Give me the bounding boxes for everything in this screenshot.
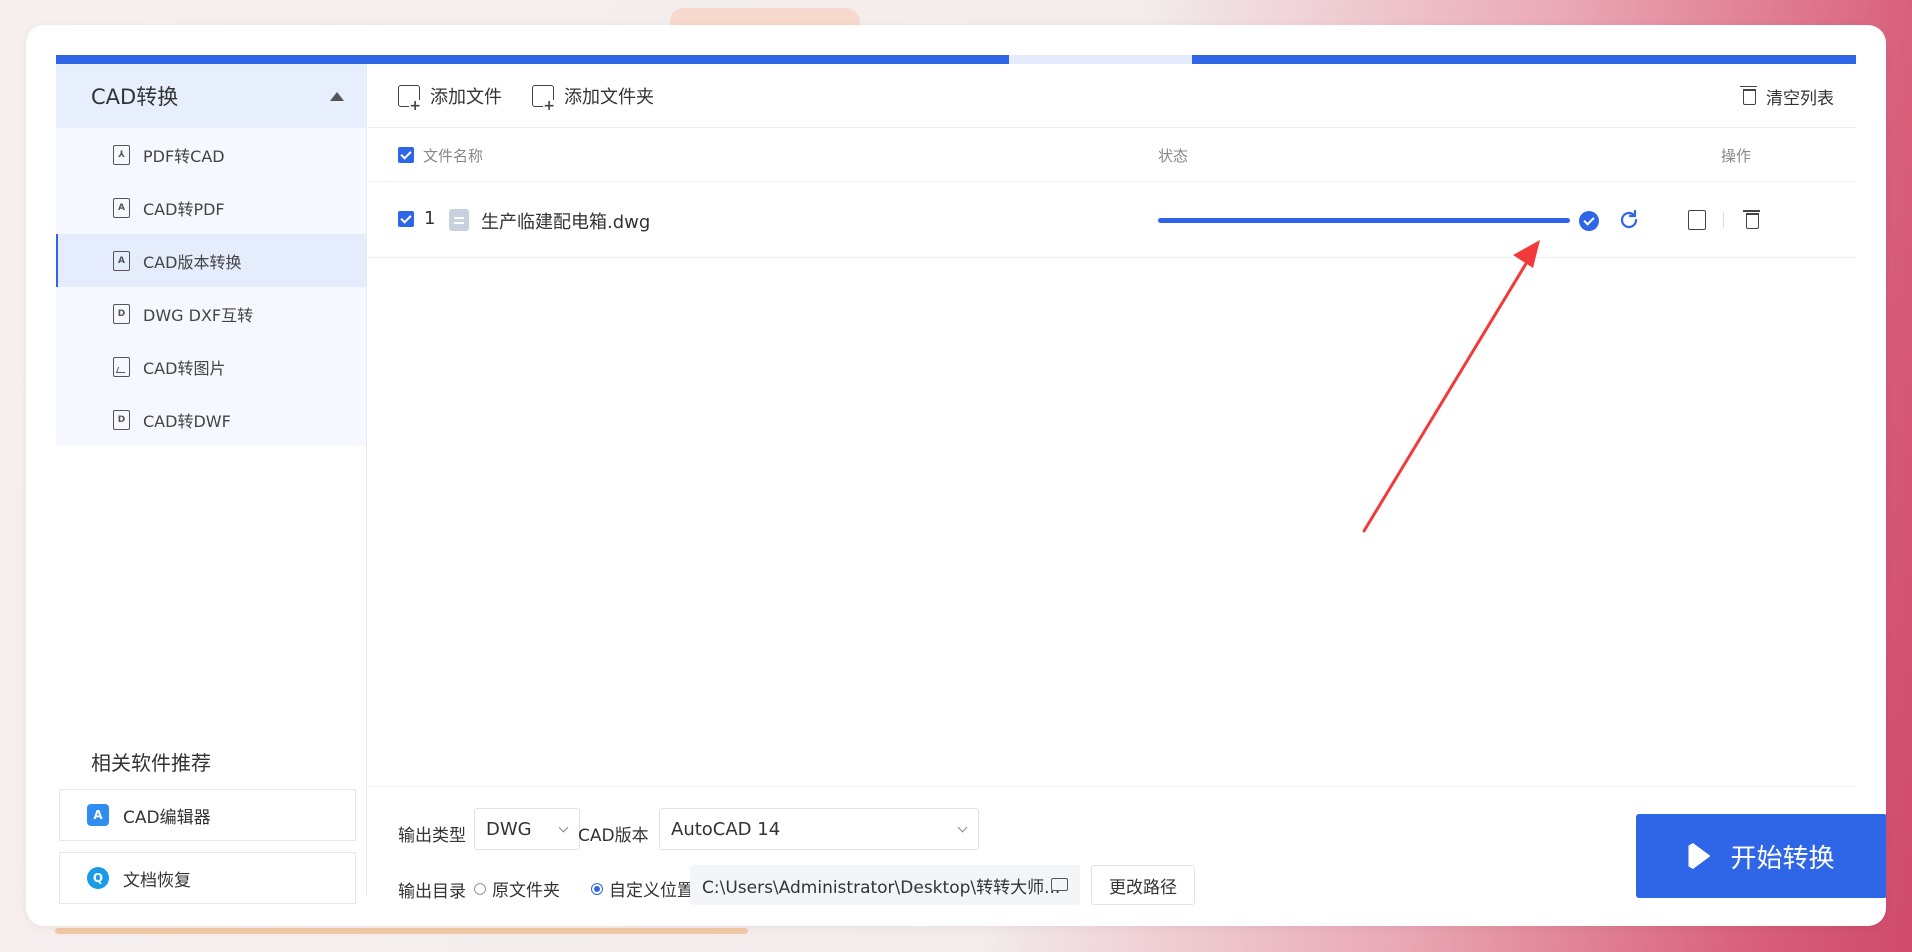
output-type-select[interactable]: DWG — [474, 808, 580, 850]
sidebar-item-label: CAD转PDF — [143, 199, 225, 219]
output-dir-label: 输出目录 — [398, 882, 466, 902]
add-folder-label: 添加文件夹 — [564, 86, 654, 108]
sidebar-item-label: DWG DXF互转 — [143, 305, 254, 325]
row-checkbox[interactable] — [398, 211, 414, 227]
cad-version-value: AutoCAD 14 — [671, 818, 781, 840]
recommend-item-label: 文档恢复 — [123, 870, 191, 891]
chevron-down-icon — [558, 822, 569, 833]
table-row: 1 生产临建配电箱.dwg — [368, 182, 1856, 258]
sidebar-item-label: PDF转CAD — [143, 146, 225, 166]
progress-bar — [1158, 218, 1570, 223]
cad-version-select[interactable]: AutoCAD 14 — [659, 808, 979, 850]
output-path-field[interactable]: C:\Users\Administrator\Desktop\转转大师... — [690, 865, 1080, 905]
dwg-file-icon: D — [113, 409, 130, 430]
doc-recovery-logo-icon: Q — [87, 867, 109, 889]
sidebar-header-cad-convert[interactable]: CAD转换 — [56, 64, 366, 128]
open-folder-icon[interactable] — [1688, 210, 1706, 230]
output-type-label: 输出类型 — [398, 826, 466, 846]
cad-editor-logo-icon: A — [87, 804, 109, 826]
main-panel: 添加文件 添加文件夹 清空列表 文件名称 状态 操作 1 — [368, 64, 1886, 905]
table-header: 文件名称 状态 操作 — [368, 128, 1856, 182]
select-all-checkbox[interactable] — [398, 147, 414, 163]
sidebar-item-cad-version-convert[interactable]: A CAD版本转换 — [56, 234, 366, 287]
radio-original-folder[interactable]: 原文件夹 — [474, 876, 560, 901]
sidebar-item-label: CAD转DWF — [143, 411, 231, 431]
cad-version-label: CAD版本 — [578, 826, 649, 846]
radio-custom-label: 自定义位置 — [609, 881, 694, 901]
change-path-button[interactable]: 更改路径 — [1091, 865, 1195, 905]
background-shape — [55, 928, 748, 934]
sidebar-item-dwg-dxf[interactable]: D DWG DXF互转 — [56, 287, 366, 340]
recommend-item-doc-recovery[interactable]: Q 文档恢复 — [59, 852, 356, 904]
dwg-file-icon — [449, 209, 469, 231]
add-file-button[interactable]: 添加文件 — [398, 83, 502, 112]
image-icon — [113, 356, 130, 377]
radio-custom-location[interactable]: 自定义位置 — [591, 876, 694, 901]
app-window: CAD转换 ⅄ PDF转CAD A CAD转PDF A CAD版本转换 D DW… — [56, 55, 1886, 905]
trash-icon — [1740, 85, 1757, 105]
add-folder-button[interactable]: 添加文件夹 — [532, 83, 654, 112]
chevron-down-icon — [957, 822, 968, 833]
row-filename: 生产临建配电箱.dwg — [481, 212, 651, 233]
sidebar-item-cad-to-dwf[interactable]: D CAD转DWF — [56, 393, 366, 446]
sidebar: CAD转换 ⅄ PDF转CAD A CAD转PDF A CAD版本转换 D DW… — [56, 64, 367, 904]
output-type-value: DWG — [486, 818, 532, 840]
column-header-filename: 文件名称 — [423, 147, 484, 165]
column-header-action: 操作 — [1721, 147, 1752, 165]
recommend-item-label: CAD编辑器 — [123, 807, 211, 828]
change-path-label: 更改路径 — [1109, 877, 1177, 898]
app-card: CAD转换 ⅄ PDF转CAD A CAD转PDF A CAD版本转换 D DW… — [26, 25, 1886, 926]
top-tab-indicator — [1009, 55, 1192, 64]
cad-file-icon: A — [113, 197, 130, 218]
start-convert-button[interactable]: 开始转换 — [1636, 814, 1886, 898]
add-folder-icon — [532, 84, 555, 112]
radio-original-label: 原文件夹 — [492, 881, 560, 901]
recommend-item-cad-editor[interactable]: A CAD编辑器 — [59, 789, 356, 841]
bottom-settings: 输出类型 DWG CAD版本 AutoCAD 14 输出目录 原文件夹 自定义位… — [368, 786, 1886, 905]
row-index: 1 — [424, 208, 436, 229]
sidebar-item-label: CAD转图片 — [143, 358, 226, 378]
sidebar-item-cad-to-image[interactable]: CAD转图片 — [56, 340, 366, 393]
clear-list-button[interactable]: 清空列表 — [1740, 84, 1834, 109]
radio-icon — [474, 882, 486, 895]
toolbar: 添加文件 添加文件夹 清空列表 — [368, 64, 1856, 128]
sidebar-item-label: CAD版本转换 — [143, 252, 242, 272]
start-convert-label: 开始转换 — [1730, 843, 1835, 874]
clear-list-label: 清空列表 — [1766, 89, 1834, 109]
sidebar-item-cad-to-pdf[interactable]: A CAD转PDF — [56, 181, 366, 234]
add-file-label: 添加文件 — [430, 86, 502, 108]
sidebar-list: ⅄ PDF转CAD A CAD转PDF A CAD版本转换 D DWG DXF互… — [56, 128, 366, 446]
output-path-value: C:\Users\Administrator\Desktop\转转大师... — [702, 877, 1061, 898]
recommend-title: 相关软件推荐 — [91, 751, 211, 775]
delete-icon[interactable] — [1743, 210, 1760, 229]
action-divider — [1723, 212, 1724, 228]
caret-up-icon — [330, 91, 344, 101]
play-icon — [1688, 843, 1711, 869]
cad-file-icon: A — [113, 250, 130, 271]
refresh-icon[interactable] — [1618, 209, 1640, 231]
dwg-file-icon: D — [113, 303, 130, 324]
column-header-status: 状态 — [1158, 147, 1189, 165]
check-circle-icon — [1579, 211, 1599, 231]
folder-open-icon[interactable] — [1051, 878, 1068, 891]
add-file-icon — [398, 84, 421, 112]
radio-selected-icon — [591, 882, 603, 895]
sidebar-header-title: CAD转换 — [91, 85, 179, 109]
sidebar-item-pdf-to-cad[interactable]: ⅄ PDF转CAD — [56, 128, 366, 181]
pdf-icon: ⅄ — [113, 144, 130, 165]
